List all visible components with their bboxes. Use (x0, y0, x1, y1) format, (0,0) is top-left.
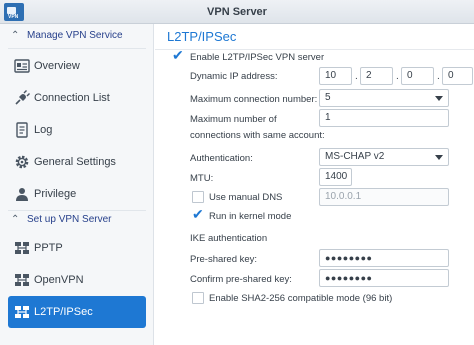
max-per-account-input[interactable]: 1 (319, 109, 449, 127)
sidebar: ⌃ Manage VPN Service Overview Connection… (0, 24, 154, 345)
confirm-pre-shared-key-label: Confirm pre-shared key: (190, 274, 292, 285)
sidebar-item-pptp[interactable]: PPTP (8, 232, 146, 264)
ip-octet-2-input[interactable]: 2 (360, 67, 393, 85)
sha2-compat-checkbox[interactable] (192, 292, 204, 304)
manual-dns-input[interactable]: 10.0.0.1 (319, 188, 449, 206)
sidebar-item-connection-list[interactable]: Connection List (8, 82, 146, 114)
settings-panel: L2TP/IPSec Enable L2TP/IPSec VPN server … (155, 24, 474, 345)
max-per-account-label-line2: connections with same account: (190, 130, 325, 141)
ip-separator: . (396, 71, 399, 82)
sidebar-item-label: PPTP (34, 242, 63, 254)
sidebar-item-label: Connection List (34, 92, 110, 104)
title-bar: VPN VPN Server (0, 0, 474, 24)
sidebar-item-label: OpenVPN (34, 274, 84, 286)
section-set-up-vpn-server[interactable]: ⌃ Set up VPN Server (0, 209, 154, 231)
chevron-up-icon: ⌃ (11, 30, 20, 41)
panel-title: L2TP/IPSec (167, 29, 237, 44)
ip-octet-4-input[interactable]: 0 (442, 67, 473, 85)
sidebar-item-label: Log (34, 124, 53, 136)
manual-dns-label: Use manual DNS (209, 192, 283, 203)
section-manage-vpn-service[interactable]: ⌃ Manage VPN Service (0, 25, 154, 47)
authentication-label: Authentication: (190, 153, 253, 164)
sidebar-item-label: General Settings (34, 156, 116, 168)
log-icon (16, 122, 28, 138)
pre-shared-key-label: Pre-shared key: (190, 254, 258, 265)
kernel-mode-checkbox[interactable] (192, 206, 204, 223)
sidebar-item-label: Overview (34, 60, 80, 72)
sidebar-item-l2tp-ipsec[interactable]: L2TP/IPSec (8, 296, 146, 328)
chevron-down-icon (435, 96, 443, 101)
ip-separator: . (355, 71, 358, 82)
max-connection-select[interactable]: 5 (319, 89, 449, 107)
sidebar-item-label: L2TP/IPSec (34, 306, 93, 318)
kernel-mode-label: Run in kernel mode (209, 211, 292, 222)
window-title: VPN Server (207, 6, 267, 18)
network-icon (15, 242, 29, 254)
plug-icon (15, 90, 30, 105)
sidebar-item-overview[interactable]: Overview (8, 50, 146, 82)
sidebar-item-openvpn[interactable]: OpenVPN (8, 264, 146, 296)
pre-shared-key-input[interactable]: ●●●●●●●● (319, 249, 449, 267)
enable-l2tp-label: Enable L2TP/IPSec VPN server (190, 52, 325, 63)
max-connection-label: Maximum connection number: (190, 94, 318, 105)
chevron-up-icon: ⌃ (11, 214, 20, 225)
confirm-pre-shared-key-input[interactable]: ●●●●●●●● (319, 269, 449, 287)
user-icon (16, 188, 28, 201)
ip-octet-1-input[interactable]: 10 (319, 67, 352, 85)
authentication-value: MS-CHAP v2 (325, 151, 385, 162)
authentication-select[interactable]: MS-CHAP v2 (319, 148, 449, 166)
section-label: Manage VPN Service (27, 30, 123, 41)
overview-icon (14, 59, 30, 73)
ip-separator: . (437, 71, 440, 82)
sha2-compat-label: Enable SHA2-256 compatible mode (96 bit) (209, 293, 393, 304)
ip-octet-3-input[interactable]: 0 (401, 67, 434, 85)
chevron-down-icon (435, 155, 443, 160)
network-icon (15, 274, 29, 286)
network-icon (15, 306, 29, 318)
ike-authentication-heading: IKE authentication (190, 233, 268, 244)
mtu-input[interactable]: 1400 (319, 168, 352, 186)
panel-divider (155, 49, 474, 50)
dynamic-ip-label: Dynamic IP address: (190, 71, 278, 82)
sidebar-item-general-settings[interactable]: General Settings (8, 146, 146, 178)
gear-icon (15, 155, 29, 169)
sidebar-item-privilege[interactable]: Privilege (8, 178, 146, 210)
sidebar-item-log[interactable]: Log (8, 114, 146, 146)
sidebar-item-label: Privilege (34, 188, 77, 200)
manual-dns-checkbox[interactable] (192, 191, 204, 203)
max-connection-value: 5 (325, 92, 331, 103)
enable-l2tp-checkbox[interactable] (172, 47, 184, 64)
section-divider (8, 48, 146, 49)
section-label: Set up VPN Server (27, 214, 112, 225)
mtu-label: MTU: (190, 173, 214, 184)
max-per-account-label-line1: Maximum number of (190, 114, 277, 125)
